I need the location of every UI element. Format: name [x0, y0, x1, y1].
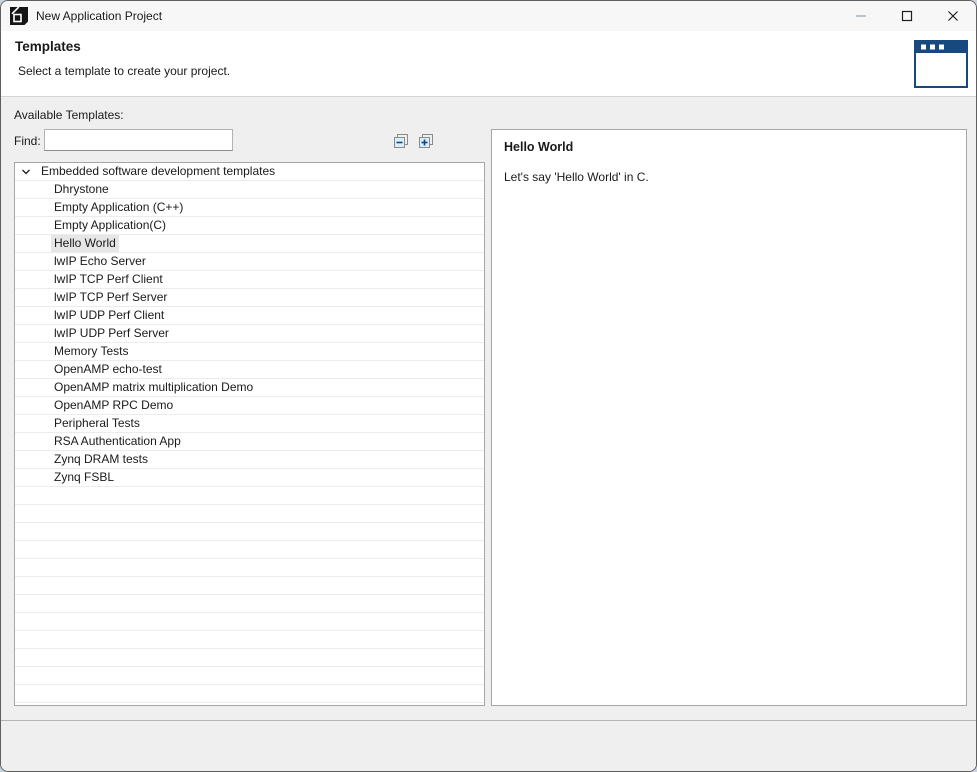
tree-item[interactable]: OpenAMP matrix multiplication Demo [15, 379, 484, 397]
find-label: Find: [14, 134, 41, 148]
tree-item-label: Empty Application(C) [51, 217, 169, 234]
window-title: New Application Project [36, 9, 162, 23]
new-application-project-dialog: New Application Project Templates Select… [0, 0, 977, 772]
tree-item-label: OpenAMP RPC Demo [51, 397, 176, 414]
page-subtitle: Select a template to create your project… [18, 64, 230, 78]
tree-item-label: Peripheral Tests [51, 415, 143, 432]
tree-item[interactable]: lwIP UDP Perf Server [15, 325, 484, 343]
templates-tree: Embedded software development templatesD… [14, 162, 485, 706]
tree-empty-row [15, 631, 484, 649]
tree-item[interactable]: lwIP TCP Perf Client [15, 271, 484, 289]
tree-item[interactable]: Zynq DRAM tests [15, 451, 484, 469]
tree-item-label: RSA Authentication App [51, 433, 184, 450]
tree-item-label: lwIP UDP Perf Server [51, 325, 172, 342]
tree-item[interactable]: RSA Authentication App [15, 433, 484, 451]
tree-item-label: Zynq FSBL [51, 469, 117, 486]
new-window-wizard-icon [914, 40, 968, 88]
tree-item[interactable]: Empty Application(C) [15, 217, 484, 235]
footer-bar: ? < Back Next > Finish Cancel [1, 721, 976, 772]
window-titlebar: New Application Project [1, 1, 976, 31]
template-detail-panel: Hello World Let's say 'Hello World' in C… [491, 129, 967, 706]
vitis-logo-icon [10, 7, 28, 25]
wizard-header: Templates Select a template to create yo… [1, 31, 976, 97]
tree-item[interactable]: Memory Tests [15, 343, 484, 361]
tree-item[interactable]: lwIP TCP Perf Server [15, 289, 484, 307]
tree-item-label: Memory Tests [51, 343, 131, 360]
tree-empty-row [15, 649, 484, 667]
expand-all-icon[interactable] [418, 133, 434, 149]
tree-item-label: lwIP UDP Perf Client [51, 307, 167, 324]
tree-item[interactable]: OpenAMP RPC Demo [15, 397, 484, 415]
detail-description: Let's say 'Hello World' in C. [504, 170, 954, 184]
tree-item-label: Zynq DRAM tests [51, 451, 151, 468]
tree-item[interactable]: Empty Application (C++) [15, 199, 484, 217]
tree-item[interactable]: Dhrystone [15, 181, 484, 199]
minimize-icon [855, 10, 867, 22]
chevron-down-icon[interactable] [21, 167, 31, 177]
tree-item-label: Hello World [51, 235, 119, 252]
maximize-icon [901, 10, 913, 22]
tree-empty-row [15, 577, 484, 595]
tree-root-label: Embedded software development templates [38, 163, 278, 180]
detail-title: Hello World [504, 140, 954, 154]
tree-empty-row [15, 685, 484, 703]
find-input[interactable] [44, 129, 233, 151]
tree-empty-row [15, 487, 484, 505]
collapse-all-icon[interactable] [393, 133, 409, 149]
tree-empty-row [15, 667, 484, 685]
tree-item-label: Dhrystone [51, 181, 112, 198]
close-icon [947, 10, 959, 22]
tree-item-label: Empty Application (C++) [51, 199, 186, 216]
tree-item[interactable]: Zynq FSBL [15, 469, 484, 487]
tree-item-label: lwIP Echo Server [51, 253, 149, 270]
tree-item-label: lwIP TCP Perf Client [51, 271, 166, 288]
tree-item[interactable]: Peripheral Tests [15, 415, 484, 433]
close-button[interactable] [930, 1, 976, 31]
tree-item[interactable]: lwIP UDP Perf Client [15, 307, 484, 325]
tree-item[interactable]: Hello World [15, 235, 484, 253]
tree-item[interactable]: lwIP Echo Server [15, 253, 484, 271]
minimize-button[interactable] [838, 1, 884, 31]
tree-empty-row [15, 505, 484, 523]
tree-empty-row [15, 523, 484, 541]
tree-item[interactable]: OpenAMP echo-test [15, 361, 484, 379]
tree-item-label: OpenAMP echo-test [51, 361, 165, 378]
tree-item-label: OpenAMP matrix multiplication Demo [51, 379, 256, 396]
maximize-button[interactable] [884, 1, 930, 31]
tree-empty-row [15, 559, 484, 577]
tree-root-item[interactable]: Embedded software development templates [15, 163, 484, 181]
page-title: Templates [15, 39, 81, 54]
window-controls [838, 1, 976, 31]
tree-item-label: lwIP TCP Perf Server [51, 289, 170, 306]
tree-empty-row [15, 541, 484, 559]
tree-empty-row [15, 613, 484, 631]
tree-empty-row [15, 595, 484, 613]
available-templates-label: Available Templates: [14, 108, 124, 122]
